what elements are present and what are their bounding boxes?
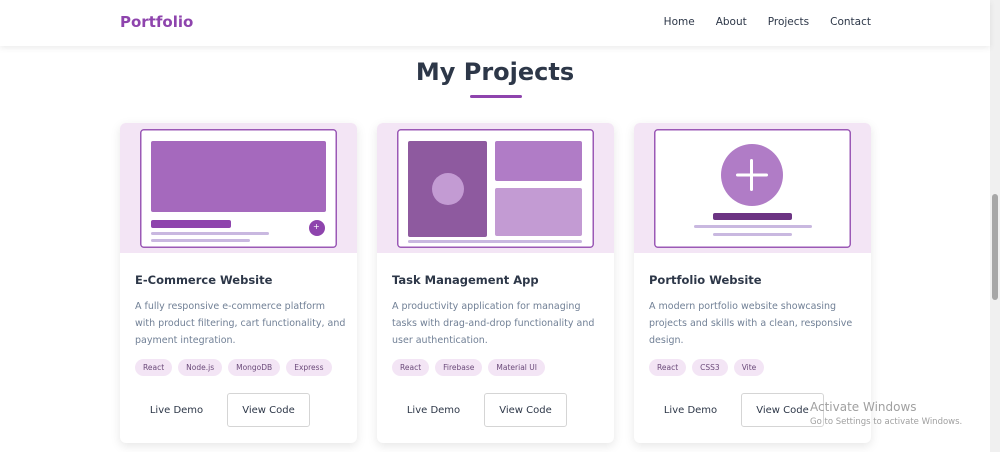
tag-list: React Node.js MongoDB Express xyxy=(135,359,332,376)
project-description: A productivity application for managing … xyxy=(392,301,595,346)
page-scrollbar[interactable] xyxy=(990,0,1000,452)
project-card-portfolio: Portfolio Website A modern portfolio web… xyxy=(634,123,871,443)
project-image xyxy=(377,123,614,253)
nav-link-home[interactable]: Home xyxy=(664,16,695,28)
tag: Material UI xyxy=(488,359,545,376)
tag: React xyxy=(649,359,687,376)
nav-link-projects[interactable]: Projects xyxy=(768,16,809,28)
tag-list: React CSS3 Vite xyxy=(649,359,765,376)
section-title: My Projects xyxy=(415,58,575,86)
ecommerce-illustration xyxy=(140,129,337,248)
tag: Node.js xyxy=(178,359,223,376)
project-image xyxy=(634,123,871,253)
watermark-subtitle: Go to Settings to activate Windows. xyxy=(810,417,963,427)
nav-link-contact[interactable]: Contact xyxy=(830,16,871,28)
live-demo-button[interactable]: Live Demo xyxy=(137,393,216,427)
live-demo-button[interactable]: Live Demo xyxy=(651,393,730,427)
nav-links: Home About Projects Contact xyxy=(643,16,871,28)
tag: React xyxy=(135,359,173,376)
task-board-illustration xyxy=(397,129,594,248)
tag: MongoDB xyxy=(228,359,281,376)
tag: React xyxy=(392,359,430,376)
project-image: + xyxy=(120,123,357,253)
project-title: Portfolio Website xyxy=(649,273,762,287)
project-card-ecommerce: + E-Commerce Website A fully responsive … xyxy=(120,123,357,443)
scrollbar-thumb[interactable] xyxy=(992,194,998,300)
navbar: Portfolio Home About Projects Contact xyxy=(0,0,990,46)
portfolio-illustration xyxy=(654,129,851,248)
nav-link-about[interactable]: About xyxy=(716,16,747,28)
logo[interactable]: Portfolio xyxy=(120,13,193,31)
project-description: A modern portfolio website showcasing pr… xyxy=(649,301,853,346)
project-description: A fully responsive e-commerce platform w… xyxy=(135,301,346,346)
live-demo-button[interactable]: Live Demo xyxy=(394,393,473,427)
tag: Vite xyxy=(733,359,765,376)
tag-list: React Firebase Material UI xyxy=(392,359,545,376)
watermark-title: Activate Windows xyxy=(810,400,917,414)
tag: Express xyxy=(286,359,332,376)
cart-add-icon: + xyxy=(313,222,320,231)
title-underline xyxy=(470,95,522,98)
windows-activation-watermark: Activate Windows Go to Settings to activ… xyxy=(810,400,962,427)
tag: Firebase xyxy=(435,359,483,376)
view-code-button[interactable]: View Code xyxy=(484,393,567,427)
project-title: Task Management App xyxy=(392,273,539,287)
project-card-task-management: Task Management App A productivity appli… xyxy=(377,123,614,443)
view-code-button[interactable]: View Code xyxy=(227,393,310,427)
tag: CSS3 xyxy=(692,359,728,376)
project-title: E-Commerce Website xyxy=(135,273,273,287)
